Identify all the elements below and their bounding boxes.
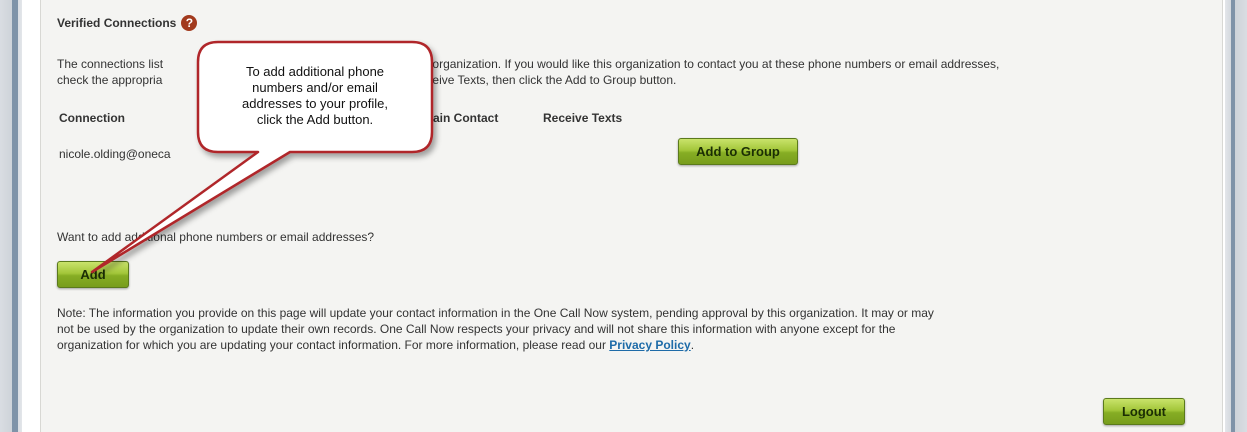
header-main-contact: ain Contact [433, 111, 499, 125]
section-title: Verified Connections ? [57, 15, 198, 31]
callout-line-4: click the Add button. [256, 112, 374, 127]
add-to-group-button[interactable]: Add to Group [678, 138, 798, 165]
right-frame [1225, 0, 1247, 432]
callout-text: To add additional phone numbers and/or e… [206, 64, 424, 128]
header-connection: Connection [59, 111, 125, 125]
privacy-policy-link[interactable]: Privacy Policy [609, 338, 690, 352]
privacy-note: Note: The information you provide on thi… [57, 305, 1207, 353]
add-prompt-text: Want to add additional phone numbers or … [57, 230, 375, 244]
note-line-2: not be used by the organization to updat… [57, 322, 896, 336]
note-line-1: Note: The information you provide on thi… [57, 306, 934, 320]
page: Verified Connections ? The connections l… [0, 0, 1247, 432]
add-button[interactable]: Add [57, 261, 129, 288]
callout-line-3: addresses to your profile, [242, 96, 388, 111]
note-line-3: organization for which you are updating … [57, 338, 695, 352]
callout-line-1: To add additional phone [245, 64, 385, 79]
callout-line-2: numbers and/or email [252, 80, 378, 95]
right-frame-bar [1231, 0, 1235, 432]
left-frame-bar [12, 0, 18, 432]
logout-button[interactable]: Logout [1103, 398, 1185, 425]
help-icon[interactable]: ? [181, 15, 198, 31]
left-frame [0, 0, 22, 432]
header-receive-texts: Receive Texts [543, 111, 623, 125]
section-title-text: Verified Connections [57, 16, 177, 30]
connection-email: nicole.olding@oneca [59, 147, 171, 161]
